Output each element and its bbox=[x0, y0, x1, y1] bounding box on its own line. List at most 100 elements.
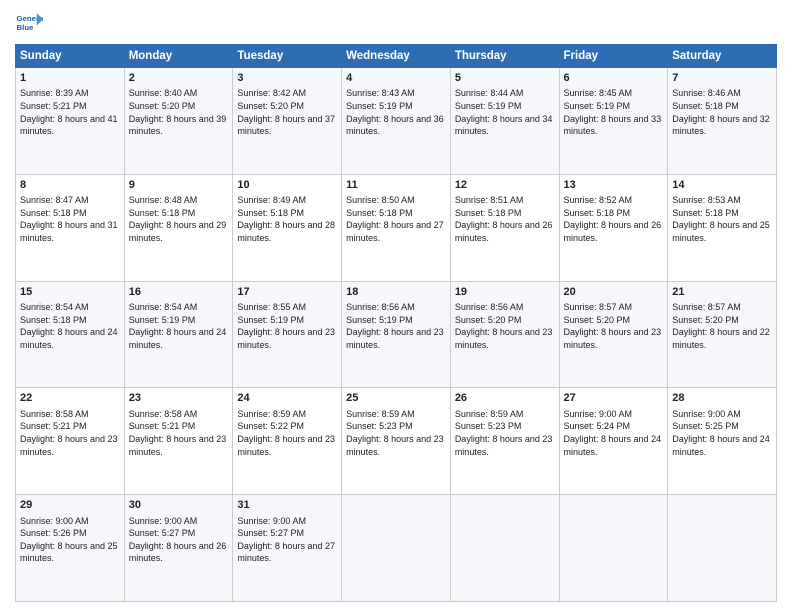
daylight: Daylight: 8 hours and 23 minutes. bbox=[346, 434, 444, 457]
header-day: Wednesday bbox=[342, 45, 451, 68]
sunrise: Sunrise: 8:48 AM bbox=[129, 195, 198, 205]
sunrise: Sunrise: 8:43 AM bbox=[346, 88, 415, 98]
calendar-cell: 13Sunrise: 8:52 AMSunset: 5:18 PMDayligh… bbox=[559, 174, 668, 281]
calendar-cell bbox=[559, 495, 668, 602]
sunrise: Sunrise: 8:50 AM bbox=[346, 195, 415, 205]
calendar-cell: 29Sunrise: 9:00 AMSunset: 5:26 PMDayligh… bbox=[16, 495, 125, 602]
calendar-cell: 7Sunrise: 8:46 AMSunset: 5:18 PMDaylight… bbox=[668, 68, 777, 175]
sunrise: Sunrise: 8:59 AM bbox=[346, 409, 415, 419]
sunset: Sunset: 5:19 PM bbox=[564, 101, 631, 111]
daylight: Daylight: 8 hours and 27 minutes. bbox=[237, 541, 335, 564]
sunrise: Sunrise: 9:00 AM bbox=[237, 516, 306, 526]
page: General Blue SundayMondayTuesdayWednesda… bbox=[0, 0, 792, 612]
calendar-cell: 12Sunrise: 8:51 AMSunset: 5:18 PMDayligh… bbox=[450, 174, 559, 281]
sunset: Sunset: 5:19 PM bbox=[129, 315, 196, 325]
daylight: Daylight: 8 hours and 23 minutes. bbox=[20, 434, 118, 457]
calendar-cell: 18Sunrise: 8:56 AMSunset: 5:19 PMDayligh… bbox=[342, 281, 451, 388]
daylight: Daylight: 8 hours and 24 minutes. bbox=[564, 434, 662, 457]
daylight: Daylight: 8 hours and 29 minutes. bbox=[129, 220, 227, 243]
daylight: Daylight: 8 hours and 23 minutes. bbox=[455, 327, 553, 350]
daylight: Daylight: 8 hours and 41 minutes. bbox=[20, 114, 118, 137]
day-number: 13 bbox=[564, 178, 664, 193]
sunset: Sunset: 5:18 PM bbox=[564, 208, 631, 218]
calendar-cell: 27Sunrise: 9:00 AMSunset: 5:24 PMDayligh… bbox=[559, 388, 668, 495]
day-number: 31 bbox=[237, 498, 337, 513]
calendar-cell: 2Sunrise: 8:40 AMSunset: 5:20 PMDaylight… bbox=[124, 68, 233, 175]
sunset: Sunset: 5:18 PM bbox=[672, 208, 739, 218]
day-number: 16 bbox=[129, 285, 229, 300]
sunrise: Sunrise: 8:46 AM bbox=[672, 88, 741, 98]
day-number: 8 bbox=[20, 178, 120, 193]
calendar-cell: 17Sunrise: 8:55 AMSunset: 5:19 PMDayligh… bbox=[233, 281, 342, 388]
day-number: 1 bbox=[20, 71, 120, 86]
sunrise: Sunrise: 8:56 AM bbox=[455, 302, 524, 312]
header-row: SundayMondayTuesdayWednesdayThursdayFrid… bbox=[16, 45, 777, 68]
sunrise: Sunrise: 8:44 AM bbox=[455, 88, 524, 98]
day-number: 14 bbox=[672, 178, 772, 193]
calendar-cell: 15Sunrise: 8:54 AMSunset: 5:18 PMDayligh… bbox=[16, 281, 125, 388]
calendar-week-row: 8 Sunrise: 8:47 AM Sunset: 5:18 PM Daylight… bbox=[16, 174, 777, 281]
sunset: Sunset: 5:27 PM bbox=[237, 528, 304, 538]
day-number: 25 bbox=[346, 391, 446, 406]
calendar-cell: 3Sunrise: 8:42 AMSunset: 5:20 PMDaylight… bbox=[233, 68, 342, 175]
sunrise: Sunrise: 8:58 AM bbox=[20, 409, 89, 419]
sunrise: Sunrise: 8:56 AM bbox=[346, 302, 415, 312]
calendar-cell: 25 Sunrise: 8:59 AM Sunset: 5:23 PM Dayligh… bbox=[342, 388, 451, 495]
calendar-cell bbox=[342, 495, 451, 602]
sunset: Sunset: 5:21 PM bbox=[20, 101, 87, 111]
sunset: Sunset: 5:18 PM bbox=[455, 208, 522, 218]
day-number: 22 bbox=[20, 391, 120, 406]
day-number: 24 bbox=[237, 391, 337, 406]
calendar-week-row: 1Sunrise: 8:39 AMSunset: 5:21 PMDaylight… bbox=[16, 68, 777, 175]
logo: General Blue bbox=[15, 10, 47, 38]
calendar-cell: 23 Sunrise: 8:58 AM Sunset: 5:21 PM Dayligh… bbox=[124, 388, 233, 495]
sunset: Sunset: 5:18 PM bbox=[672, 101, 739, 111]
sunset: Sunset: 5:26 PM bbox=[20, 528, 87, 538]
daylight: Daylight: 8 hours and 23 minutes. bbox=[455, 434, 553, 457]
sunset: Sunset: 5:18 PM bbox=[20, 315, 87, 325]
sunset: Sunset: 5:19 PM bbox=[346, 315, 413, 325]
sunrise: Sunrise: 8:53 AM bbox=[672, 195, 741, 205]
calendar-cell: 9Sunrise: 8:48 AMSunset: 5:18 PMDaylight… bbox=[124, 174, 233, 281]
daylight: Daylight: 8 hours and 23 minutes. bbox=[129, 434, 227, 457]
daylight: Daylight: 8 hours and 25 minutes. bbox=[20, 541, 118, 564]
calendar-week-row: 15Sunrise: 8:54 AMSunset: 5:18 PMDayligh… bbox=[16, 281, 777, 388]
daylight: Daylight: 8 hours and 28 minutes. bbox=[237, 220, 335, 243]
daylight: Daylight: 8 hours and 32 minutes. bbox=[672, 114, 770, 137]
day-number: 30 bbox=[129, 498, 229, 513]
day-number: 17 bbox=[237, 285, 337, 300]
sunset: Sunset: 5:21 PM bbox=[20, 421, 87, 431]
day-number: 26 bbox=[455, 391, 555, 406]
sunrise: Sunrise: 8:49 AM bbox=[237, 195, 306, 205]
calendar-cell: 22 Sunrise: 8:58 AM Sunset: 5:21 PM Dayligh… bbox=[16, 388, 125, 495]
daylight: Daylight: 8 hours and 24 minutes. bbox=[129, 327, 227, 350]
calendar-cell: 20Sunrise: 8:57 AMSunset: 5:20 PMDayligh… bbox=[559, 281, 668, 388]
calendar-cell: 28Sunrise: 9:00 AMSunset: 5:25 PMDayligh… bbox=[668, 388, 777, 495]
sunset: Sunset: 5:23 PM bbox=[455, 421, 522, 431]
header-day: Saturday bbox=[668, 45, 777, 68]
day-number: 12 bbox=[455, 178, 555, 193]
header-day: Friday bbox=[559, 45, 668, 68]
calendar-cell: 24Sunrise: 8:59 AMSunset: 5:22 PMDayligh… bbox=[233, 388, 342, 495]
daylight: Daylight: 8 hours and 24 minutes. bbox=[20, 327, 118, 350]
sunset: Sunset: 5:18 PM bbox=[129, 208, 196, 218]
sunrise: Sunrise: 8:47 AM bbox=[20, 195, 89, 205]
sunrise: Sunrise: 8:40 AM bbox=[129, 88, 198, 98]
sunset: Sunset: 5:19 PM bbox=[346, 101, 413, 111]
sunset: Sunset: 5:27 PM bbox=[129, 528, 196, 538]
sunset: Sunset: 5:20 PM bbox=[564, 315, 631, 325]
sunset: Sunset: 5:21 PM bbox=[129, 421, 196, 431]
sunset: Sunset: 5:23 PM bbox=[346, 421, 413, 431]
sunrise: Sunrise: 8:58 AM bbox=[129, 409, 198, 419]
daylight: Daylight: 8 hours and 23 minutes. bbox=[346, 327, 444, 350]
sunset: Sunset: 5:22 PM bbox=[237, 421, 304, 431]
sunrise: Sunrise: 8:51 AM bbox=[455, 195, 524, 205]
calendar-cell: 14Sunrise: 8:53 AMSunset: 5:18 PMDayligh… bbox=[668, 174, 777, 281]
calendar-week-row: 29 Sunrise: 9:00 AM Sunset: 5:26 PM Dayligh… bbox=[16, 495, 777, 602]
day-number: 29 bbox=[20, 498, 120, 513]
sunset: Sunset: 5:25 PM bbox=[672, 421, 739, 431]
sunset: Sunset: 5:18 PM bbox=[237, 208, 304, 218]
day-number: 23 bbox=[129, 391, 229, 406]
calendar-cell: 11Sunrise: 8:50 AMSunset: 5:18 PMDayligh… bbox=[342, 174, 451, 281]
day-number: 21 bbox=[672, 285, 772, 300]
